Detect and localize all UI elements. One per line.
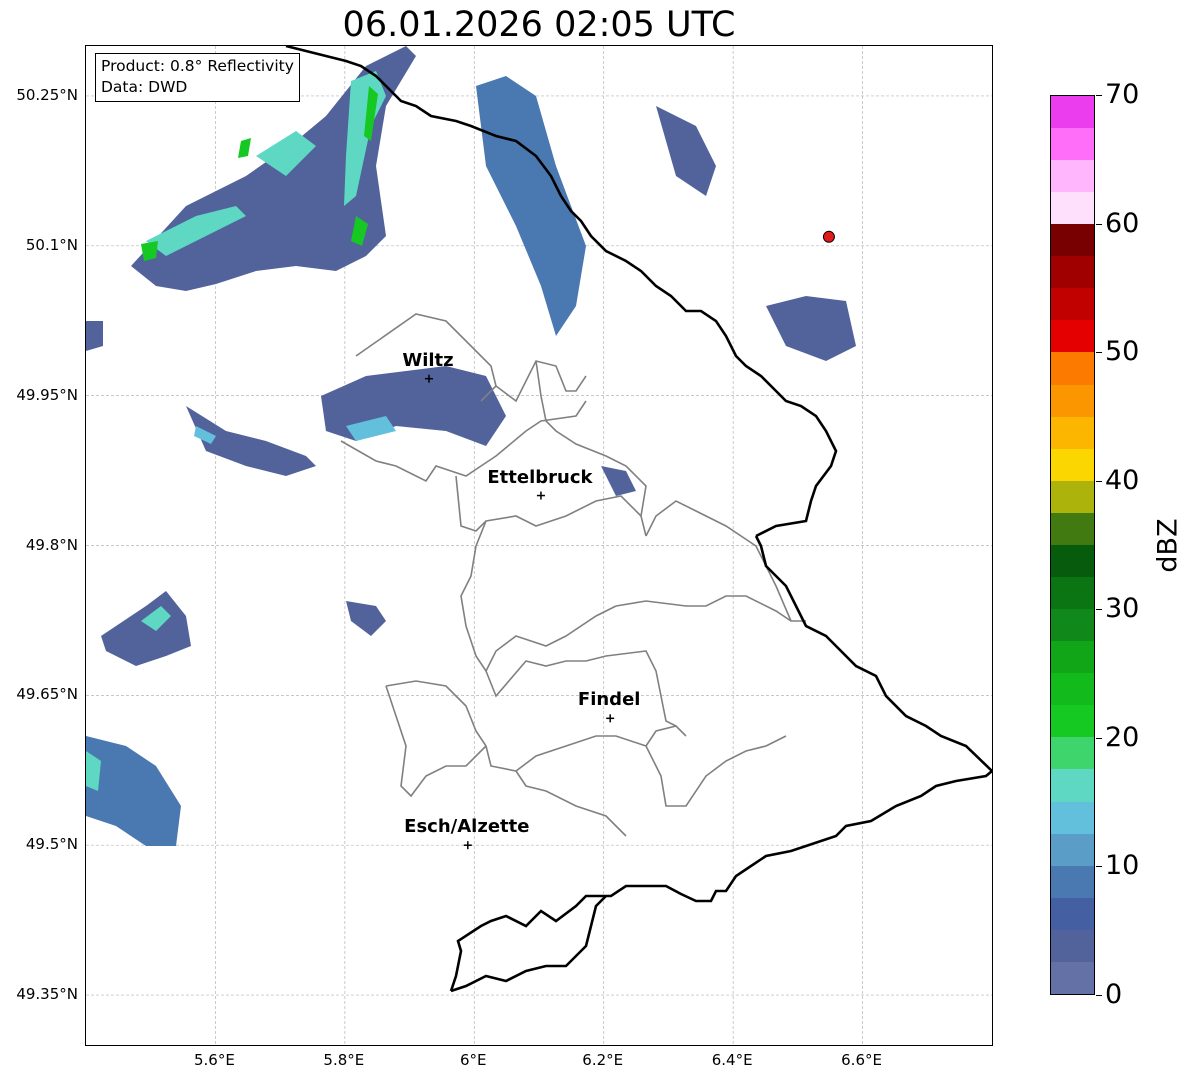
colorbar-tick-label: 70 bbox=[1105, 79, 1140, 110]
colorbar-segment bbox=[1051, 576, 1094, 610]
colorbar-segment bbox=[1051, 737, 1094, 770]
colorbar-segment bbox=[1051, 95, 1094, 128]
colorbar-segment bbox=[1051, 801, 1094, 834]
colorbar-segment bbox=[1051, 609, 1094, 642]
colorbar-segment bbox=[1051, 961, 1094, 994]
city-markers bbox=[424, 374, 615, 850]
colorbar-segment bbox=[1051, 480, 1094, 513]
colorbar-tick-mark bbox=[1096, 995, 1102, 996]
city-marker bbox=[463, 841, 472, 850]
lat-tick-label: 49.95°N bbox=[16, 385, 78, 404]
lat-tick-label: 49.5°N bbox=[25, 835, 78, 854]
colorbar-segment bbox=[1051, 384, 1094, 417]
colorbar-segment bbox=[1051, 159, 1094, 193]
city-label: Esch/Alzette bbox=[404, 816, 530, 838]
lat-tick-label: 50.25°N bbox=[16, 85, 78, 104]
city-marker bbox=[606, 714, 615, 723]
colorbar-tick-mark bbox=[1096, 737, 1102, 739]
colorbar-segment bbox=[1051, 256, 1094, 289]
colorbar-segment bbox=[1051, 673, 1094, 706]
product-info-box: Product: 0.8° Reflectivity Data: DWD bbox=[95, 53, 300, 102]
lon-tick-label: 6.4°E bbox=[711, 1051, 753, 1069]
colorbar-tick-label: 0 bbox=[1105, 979, 1123, 1010]
radar-site-dot bbox=[822, 230, 835, 243]
colorbar-tick-label: 40 bbox=[1105, 464, 1140, 496]
colorbar-tick-label: 20 bbox=[1105, 721, 1140, 753]
echo-cluster-east bbox=[601, 106, 856, 496]
colorbar-segment bbox=[1051, 512, 1094, 545]
radar-site-marker bbox=[822, 230, 835, 243]
colorbar-segment bbox=[1051, 929, 1094, 962]
data-source-label: Data: DWD bbox=[101, 78, 188, 96]
city-label: Wiltz bbox=[402, 349, 454, 371]
city-marker bbox=[536, 491, 545, 500]
colorbar-segment bbox=[1051, 897, 1094, 930]
colorbar-segment bbox=[1051, 416, 1094, 449]
colorbar-tick-mark bbox=[1096, 480, 1102, 482]
colorbar-segment bbox=[1051, 544, 1094, 577]
colorbar-tick-mark bbox=[1096, 223, 1102, 225]
colorbar-segment bbox=[1051, 288, 1094, 321]
colorbar-tick-label: 50 bbox=[1105, 336, 1140, 368]
colorbar bbox=[1050, 95, 1095, 995]
colorbar-tick-mark bbox=[1096, 352, 1102, 354]
lat-tick-label: 49.8°N bbox=[25, 535, 78, 554]
echo-cluster-southwest bbox=[86, 736, 181, 846]
product-label: Product: 0.8° Reflectivity bbox=[101, 57, 294, 75]
echo-cluster-west bbox=[101, 591, 386, 666]
colorbar-segment bbox=[1051, 641, 1094, 674]
colorbar-tick-label: 60 bbox=[1105, 207, 1140, 239]
lat-tick-label: 49.35°N bbox=[16, 985, 78, 1004]
colorbar-segment bbox=[1051, 705, 1094, 738]
lon-tick-label: 6.2°E bbox=[582, 1051, 624, 1069]
city-label: Ettelbruck bbox=[487, 466, 593, 488]
echo-cluster-north bbox=[476, 76, 586, 336]
colorbar-segment bbox=[1051, 192, 1094, 225]
colorbar-segment bbox=[1051, 769, 1094, 802]
echo-cluster-wiltz bbox=[186, 366, 506, 476]
lon-tick-label: 6°E bbox=[460, 1051, 487, 1069]
colorbar-tick-mark bbox=[1096, 866, 1102, 868]
colorbar-segment bbox=[1051, 352, 1094, 385]
colorbar-tick-mark bbox=[1096, 609, 1102, 611]
colorbar-segment bbox=[1051, 448, 1094, 481]
lat-tick-label: 50.1°N bbox=[25, 235, 78, 254]
map-canvas[interactable] bbox=[86, 46, 992, 1045]
map-panel[interactable]: Product: 0.8° Reflectivity Data: DWD bbox=[85, 45, 993, 1046]
colorbar-segment bbox=[1051, 320, 1094, 353]
country-borders bbox=[285, 46, 992, 993]
colorbar-segment bbox=[1051, 833, 1094, 866]
radar-echoes bbox=[86, 46, 856, 846]
colorbar-tick-label: 30 bbox=[1105, 593, 1140, 625]
colorbar-unit-label: dBZ bbox=[1152, 518, 1184, 573]
colorbar-segment bbox=[1051, 865, 1094, 898]
lon-tick-label: 5.8°E bbox=[323, 1051, 365, 1069]
colorbar-tick-label: 10 bbox=[1105, 850, 1140, 882]
lon-tick-label: 6.6°E bbox=[841, 1051, 882, 1069]
echo-cluster-west-edge bbox=[86, 321, 103, 351]
lat-tick-label: 49.65°N bbox=[16, 685, 78, 704]
map-title: 06.01.2026 02:05 UTC bbox=[342, 5, 736, 45]
colorbar-segment bbox=[1051, 224, 1094, 257]
city-label: Findel bbox=[577, 689, 641, 711]
colorbar-segment bbox=[1051, 127, 1094, 160]
colorbar-tick-mark bbox=[1096, 95, 1102, 96]
lon-tick-label: 5.6°E bbox=[194, 1051, 235, 1069]
